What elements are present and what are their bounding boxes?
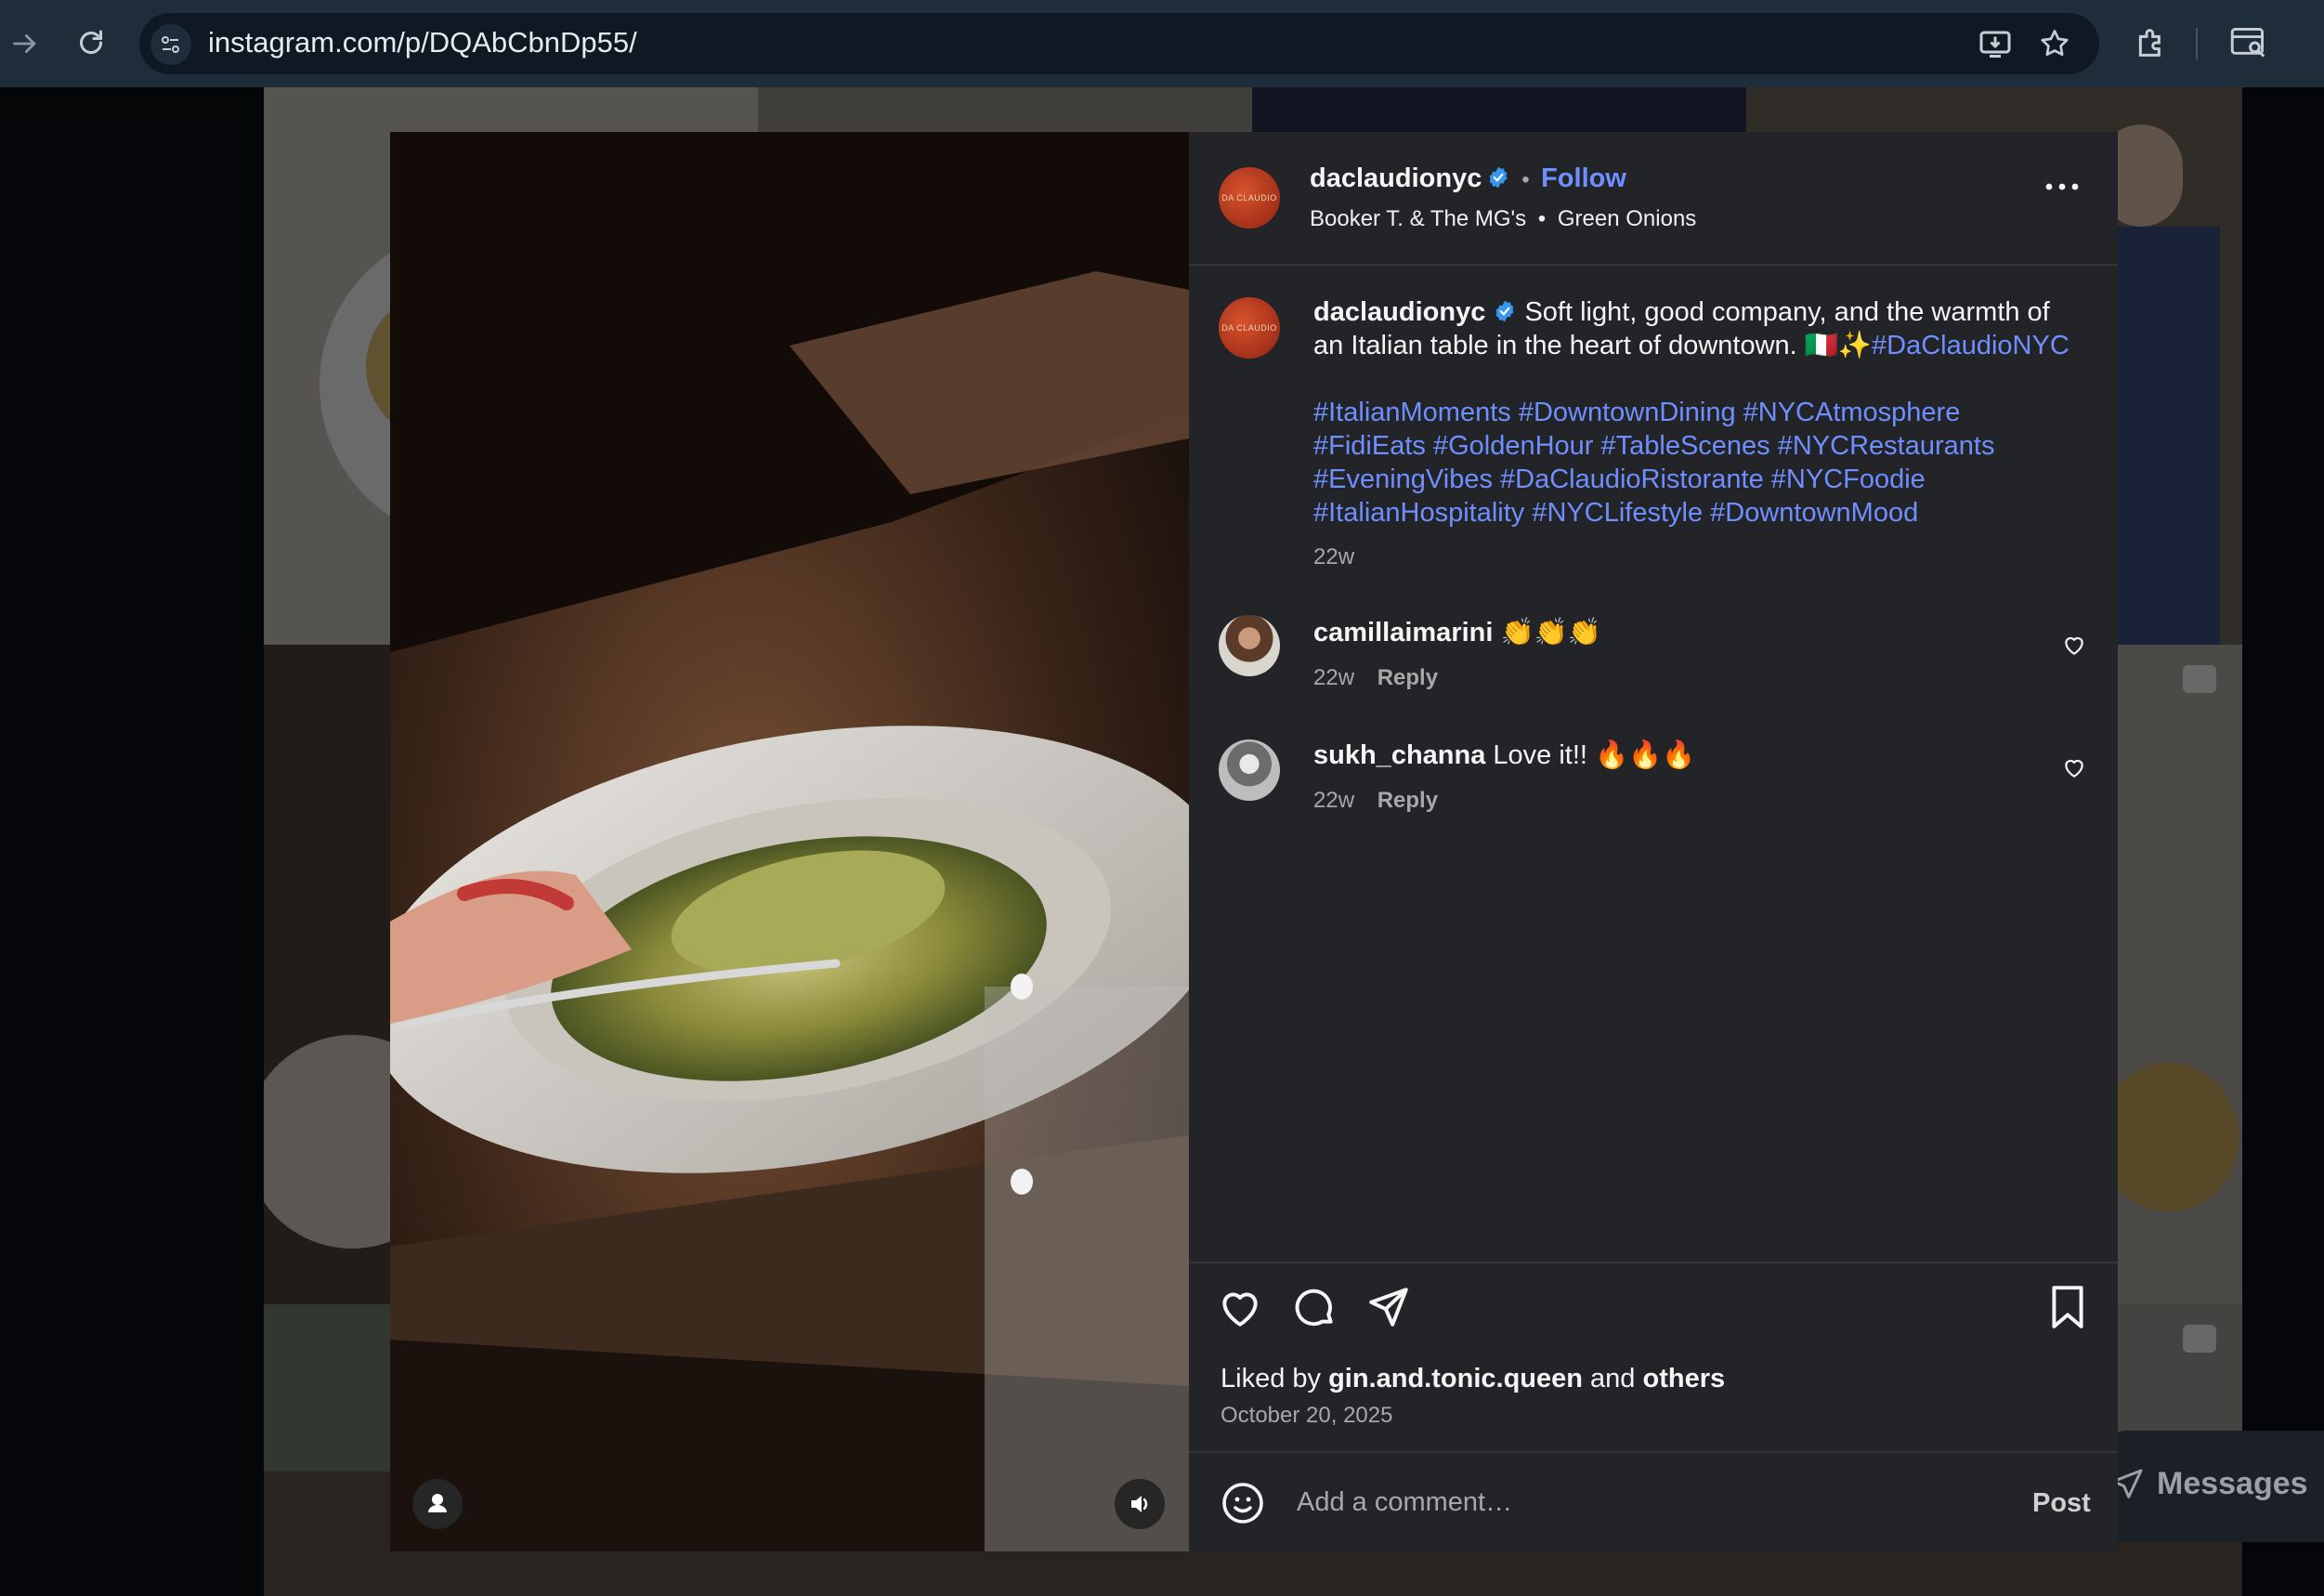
comment-item: sukh_channa Love it!! 🔥🔥🔥 [1313, 739, 1695, 771]
audio-info[interactable]: Booker T. & The MG's • Green Onions [1310, 206, 1696, 232]
caption-hashtag[interactable]: #DaClaudioNYC [1872, 331, 2069, 360]
author-avatar[interactable]: DA CLAUDIO [1219, 167, 1280, 229]
hashtag-line[interactable]: #FidiEats #GoldenHour #TableScenes #NYCR… [1313, 429, 2094, 463]
post-photo [390, 132, 1189, 1551]
comment-age[interactable]: 22w [1313, 788, 1354, 813]
avatar-brand-text: DA CLAUDIO [1221, 193, 1277, 203]
extensions-icon[interactable] [2133, 24, 2170, 66]
comment-meta: 22w Reply [1313, 788, 1438, 814]
liked-user[interactable]: gin.and.tonic.queen [1328, 1364, 1583, 1393]
reply-button[interactable]: Reply [1377, 665, 1438, 690]
caption-timestamp[interactable]: 22w [1313, 544, 1354, 570]
comment-username[interactable]: camillaimarini [1313, 618, 1493, 648]
browser-toolbar: instagram.com/p/DQAbCbnDp55/ [0, 0, 2324, 87]
header-separator: • [1521, 167, 1530, 192]
comment-text: Love it!! 🔥🔥🔥 [1493, 740, 1696, 770]
tagged-user-button[interactable] [412, 1479, 463, 1529]
verified-badge-icon [1486, 165, 1510, 190]
comment-meta: 22w Reply [1313, 665, 1438, 691]
header-divider [1189, 264, 2118, 266]
commenter-avatar[interactable] [1219, 739, 1280, 801]
post-media[interactable] [390, 132, 1189, 1551]
comment-text: 👏👏👏 [1500, 618, 1601, 648]
comment-input[interactable] [1295, 1486, 2004, 1519]
post-comment-button[interactable]: Post [2032, 1488, 2091, 1519]
audio-separator: • [1537, 206, 1547, 231]
post-caption: daclaudionyc Soft light, good company, a… [1313, 295, 2075, 362]
hashtag-line[interactable]: #EveningVibes #DaClaudioRistorante #NYCF… [1313, 463, 2094, 496]
comment-age[interactable]: 22w [1313, 665, 1354, 690]
comment-username[interactable]: sukh_channa [1313, 740, 1485, 770]
tab-search-icon[interactable] [2229, 24, 2268, 66]
caption-username[interactable]: daclaudionyc [1313, 297, 1485, 327]
messages-button[interactable]: Messages [2101, 1431, 2324, 1542]
liked-prefix: Liked by [1221, 1364, 1322, 1393]
address-bar[interactable]: instagram.com/p/DQAbCbnDp55/ [139, 13, 2099, 74]
comment-item: camillaimarini 👏👏👏 [1313, 617, 1601, 648]
share-icon[interactable] [1365, 1284, 1412, 1335]
audio-track: Green Onions [1557, 206, 1697, 231]
caption-avatar[interactable]: DA CLAUDIO [1219, 297, 1280, 359]
commenter-avatar[interactable] [1219, 615, 1280, 676]
audio-toggle-button[interactable] [1115, 1479, 1165, 1529]
author-username[interactable]: daclaudionyc [1310, 164, 1482, 193]
forward-icon[interactable] [9, 28, 41, 65]
install-app-icon[interactable] [1978, 28, 2012, 64]
actions-divider [1189, 1262, 2118, 1263]
avatar-brand-text: DA CLAUDIO [1221, 323, 1277, 333]
liked-by-text: Liked by gin.and.tonic.queen and others [1221, 1364, 1725, 1394]
follow-button[interactable]: Follow [1541, 164, 1626, 193]
comment-icon[interactable] [1291, 1284, 1338, 1335]
comment-like-icon[interactable] [2062, 756, 2086, 783]
post-header: daclaudionyc • Follow [1310, 164, 1626, 194]
reply-button[interactable]: Reply [1377, 788, 1438, 813]
hashtag-line[interactable]: #ItalianMoments #DowntownDining #NYCAtmo… [1313, 396, 2094, 429]
liked-others[interactable]: others [1642, 1364, 1725, 1393]
post-modal: DA CLAUDIO daclaudionyc • Follow Booker … [390, 132, 2118, 1551]
user-icon [428, 1494, 447, 1512]
messages-label: Messages [2157, 1466, 2308, 1501]
audio-artist: Booker T. & The MG's [1310, 206, 1527, 231]
save-icon[interactable] [2047, 1284, 2088, 1335]
liked-and: and [1590, 1364, 1636, 1393]
post-details-panel: DA CLAUDIO daclaudionyc • Follow Booker … [1189, 132, 2118, 1551]
comment-like-icon[interactable] [2062, 634, 2086, 661]
post-date[interactable]: October 20, 2025 [1221, 1403, 1392, 1429]
speaker-icon [1131, 1496, 1148, 1512]
more-options-icon[interactable] [2043, 180, 2081, 198]
like-icon[interactable] [1217, 1286, 1263, 1333]
bookmark-star-icon[interactable] [2038, 27, 2071, 65]
verified-badge-icon [1493, 298, 1517, 322]
hashtag-block: #ItalianMoments #DowntownDining #NYCAtmo… [1313, 396, 2094, 530]
hashtag-line[interactable]: #ItalianHospitality #NYCLifestyle #Downt… [1313, 496, 2094, 530]
emoji-icon[interactable] [1221, 1481, 1265, 1530]
url-text[interactable]: instagram.com/p/DQAbCbnDp55/ [208, 24, 637, 61]
site-info-icon[interactable] [150, 24, 191, 65]
input-divider [1189, 1451, 2118, 1453]
toolbar-divider [2196, 28, 2198, 59]
reload-icon[interactable] [74, 26, 108, 65]
